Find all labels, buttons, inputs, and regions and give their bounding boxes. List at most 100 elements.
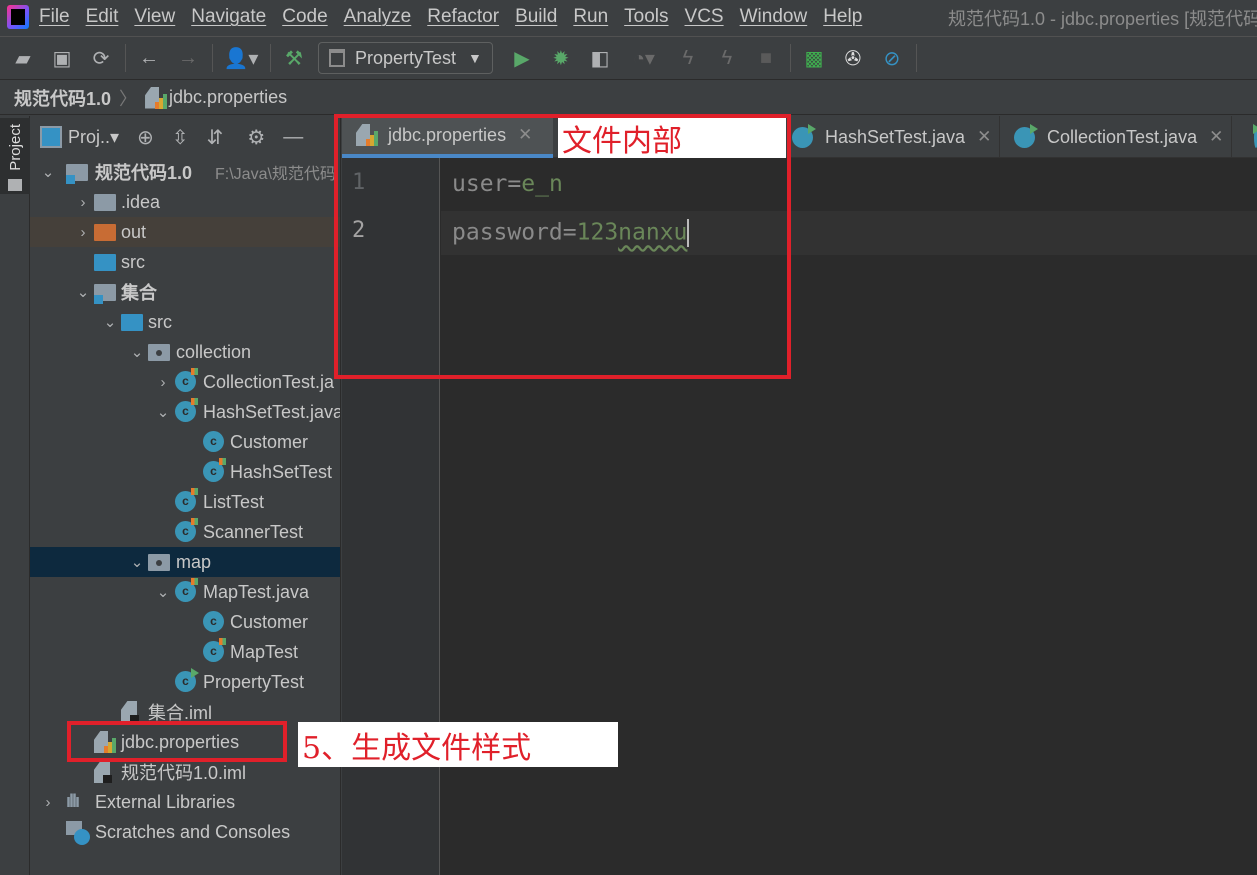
chevron-right-icon[interactable]: › (38, 794, 58, 811)
tree-item[interactable]: src (30, 247, 340, 277)
tree-item[interactable]: c Customer (30, 607, 340, 637)
sync-icon[interactable]: ⟳ (86, 43, 116, 73)
chevron-right-icon[interactable]: › (73, 224, 93, 241)
menu-window[interactable]: Window (740, 6, 808, 28)
menu-file[interactable]: File (39, 6, 70, 28)
run-configuration-select[interactable]: PropertyTest ▼ (318, 42, 493, 74)
user-icon[interactable]: 👤▾ (221, 43, 261, 73)
menu-build[interactable]: Build (515, 6, 557, 28)
expand-all-icon[interactable]: ⇳ (172, 125, 189, 150)
class-file-icon: c (175, 518, 198, 542)
divider (270, 44, 271, 72)
debug-icon[interactable]: ✹ (546, 43, 576, 73)
open-icon[interactable]: ▰ (8, 43, 38, 73)
tree-item[interactable]: ⌄ map (30, 547, 340, 577)
locate-icon[interactable]: ⊕ (137, 125, 154, 150)
divider (212, 44, 213, 72)
chevron-down-icon[interactable]: ⌄ (127, 553, 147, 571)
tree-item[interactable]: › ıllı External Libraries (30, 787, 340, 817)
menu-code[interactable]: Code (282, 6, 327, 28)
intellij-logo-icon (7, 5, 29, 29)
tree-item[interactable]: ⌄ 集合 (30, 277, 340, 307)
tree-item[interactable]: › .idea (30, 187, 340, 217)
run-config-label: PropertyTest (355, 47, 457, 68)
build-artifact-icon[interactable]: ϟ (712, 43, 742, 73)
monitor-icon[interactable]: ▩ (799, 43, 829, 73)
tree-item[interactable]: ⌄ c MapTest.java (30, 577, 340, 607)
menu-analyze[interactable]: Analyze (344, 6, 412, 28)
attach-icon[interactable]: ϟ (673, 43, 703, 73)
gear-icon[interactable]: ⚙ (247, 125, 265, 150)
back-icon[interactable]: ← (134, 43, 164, 73)
menu-navigate[interactable]: Navigate (191, 6, 266, 28)
chevron-down-icon: ▼ (468, 50, 482, 66)
menu-help[interactable]: Help (823, 6, 862, 28)
tree-item-label: MapTest.java (203, 581, 310, 602)
close-icon[interactable]: ✕ (1209, 127, 1223, 147)
tree-item-label: PropertyTest (203, 671, 305, 692)
chevron-right-icon[interactable]: › (73, 194, 93, 211)
tab-hashsettest[interactable]: HashSetTest.java ✕ (778, 116, 1000, 158)
chevron-down-icon[interactable]: ⌄ (73, 283, 93, 301)
tree-item-label: src (121, 251, 145, 272)
tree-item-label: CollectionTest.ja (203, 371, 335, 392)
tree-item[interactable]: c ListTest (30, 487, 340, 517)
no-icon[interactable]: ⊘ (877, 43, 907, 73)
class-icon (1014, 123, 1038, 148)
chevron-down-icon[interactable]: ⌄ (153, 403, 173, 421)
runnable-class-icon: c (175, 668, 199, 692)
module-folder-icon (66, 164, 88, 184)
hide-icon[interactable]: — (283, 126, 303, 149)
profile-icon[interactable]: ◔▾ (624, 43, 664, 73)
tab-overflow[interactable] (1240, 116, 1257, 158)
build-icon[interactable]: ⚒ (279, 43, 309, 73)
coverage-icon[interactable]: ◧ (585, 43, 615, 73)
folder-icon (94, 194, 116, 211)
project-view-select[interactable]: Proj..▾ (68, 127, 119, 148)
menu-view[interactable]: View (134, 6, 175, 28)
forward-icon[interactable]: → (173, 43, 203, 73)
plugins-icon[interactable]: ✇ (838, 43, 868, 73)
project-tool-tab[interactable]: Project (0, 118, 30, 194)
chevron-down-icon[interactable]: ⌄ (100, 313, 120, 331)
tree-item[interactable]: c Customer (30, 427, 340, 457)
close-icon[interactable]: ✕ (977, 127, 991, 147)
menu-tools[interactable]: Tools (624, 6, 668, 28)
chevron-down-icon[interactable]: ⌄ (127, 343, 147, 361)
tree-item[interactable]: c PropertyTest (30, 667, 340, 697)
tree-item-label: 规范代码1.0 (95, 163, 193, 183)
collapse-all-icon[interactable]: ⇵ (207, 125, 224, 150)
properties-file-icon (145, 86, 168, 109)
tree-item[interactable]: c HashSetTest (30, 457, 340, 487)
tree-item-label: Scratches and Consoles (95, 821, 291, 842)
menu-edit[interactable]: Edit (86, 6, 119, 28)
iml-file-icon (94, 761, 116, 783)
tree-item[interactable]: ⌄ 规范代码1.0 F:\Java\规范代码 (30, 157, 340, 187)
source-folder-icon (121, 314, 143, 331)
tree-item[interactable]: c MapTest (30, 637, 340, 667)
tree-item[interactable]: › out (30, 217, 340, 247)
breadcrumb-project[interactable]: 规范代码1.0 (14, 85, 111, 111)
menu-vcs[interactable]: VCS (685, 6, 724, 28)
chevron-down-icon[interactable]: ⌄ (38, 163, 58, 181)
tab-collectiontest[interactable]: CollectionTest.java ✕ (1000, 116, 1232, 158)
tree-item[interactable]: ⌄ src (30, 307, 340, 337)
menu-refactor[interactable]: Refactor (427, 6, 499, 28)
tree-item[interactable]: ⌄ c HashSetTest.java (30, 397, 340, 427)
menu-run[interactable]: Run (573, 6, 608, 28)
tree-item[interactable]: c ScannerTest (30, 517, 340, 547)
breadcrumb-file[interactable]: jdbc.properties (169, 87, 287, 108)
tree-item[interactable]: Scratches and Consoles (30, 817, 340, 847)
class-file-icon: c (175, 578, 198, 602)
stop-icon[interactable]: ■ (751, 43, 781, 73)
config-icon (329, 49, 345, 67)
package-icon (148, 344, 170, 361)
chevron-right-icon[interactable]: › (153, 374, 173, 391)
run-icon[interactable]: ▶ (507, 43, 537, 73)
save-icon[interactable]: ▣ (47, 43, 77, 73)
tree-item[interactable]: ⌄ collection (30, 337, 340, 367)
tree-item[interactable]: › c CollectionTest.ja (30, 367, 340, 397)
chevron-down-icon[interactable]: ⌄ (153, 583, 173, 601)
iml-file-icon (121, 701, 143, 723)
project-tab-label: Project (6, 124, 24, 171)
